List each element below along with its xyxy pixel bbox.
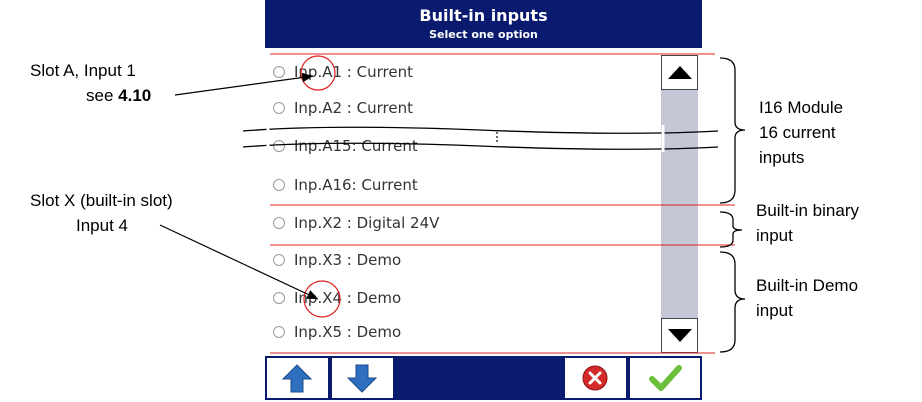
scroll-up-button[interactable] [661,55,698,90]
callout-demo-line1: Built-in Demo [756,276,859,295]
list-item-label: Inp.A2 : Current [294,99,413,117]
dialog-title: Built-in inputs [419,6,548,25]
radio-button[interactable] [273,217,285,229]
callout-slot-a-see: see [86,86,119,105]
list-item[interactable]: Inp.A15: Current [267,129,662,163]
move-down-button[interactable] [332,358,393,398]
radio-button[interactable] [273,326,285,338]
ok-button[interactable] [630,358,700,398]
callout-i16-line3: inputs [759,148,805,167]
list-item-label: Inp.X4 : Demo [294,289,402,307]
brace-binary [719,211,743,248]
list-item-label: Inp.X3 : Demo [294,251,402,269]
list-item[interactable]: Inp.X3 : Demo [267,243,662,277]
list-item-label: Inp.X2 : Digital 24V [294,214,440,232]
list-item-label: Inp.A16: Current [294,176,418,194]
triangle-up-icon [668,66,692,79]
radio-button[interactable] [273,254,285,266]
radio-button[interactable] [273,179,285,191]
callout-binary-line1: Built-in binary [756,201,859,220]
scroll-down-button[interactable] [661,318,698,353]
list-item[interactable]: Inp.A16: Current [267,168,662,202]
scrollbar[interactable] [661,55,698,353]
callout-binary-line2: input [756,226,793,245]
cancel-x-icon [582,365,608,391]
radio-button[interactable] [273,66,285,78]
list-item[interactable]: Inp.A2 : Current [267,91,662,125]
checkmark-icon [649,365,682,391]
dialog-header: Built-in inputs Select one option [265,0,702,48]
callout-slot-x-line1: Slot X (built-in slot) [30,191,173,210]
move-up-button[interactable] [267,358,328,398]
triangle-down-icon [668,329,692,342]
radio-button[interactable] [273,102,285,114]
callout-slot-a-ref: 4.10 [118,86,152,105]
list-item-label: Inp.A1 : Current [294,63,413,81]
callout-slot-x-line2: Input 4 [76,216,128,235]
dialog-window: Built-in inputs Select one option Inp.A1… [265,0,702,400]
brace-i16 [719,57,746,204]
list-item[interactable]: Inp.X5 : Demo [267,315,662,349]
options-list: Inp.A1 : Current Inp.A2 : Current Inp.A1… [267,50,662,356]
callout-demo-line2: input [756,301,793,320]
list-item-label: Inp.A15: Current [294,137,418,155]
brace-demo [719,251,746,353]
arrow-down-icon [346,364,378,393]
dialog-subtitle: Select one option [429,28,538,41]
list-item[interactable]: Inp.X2 : Digital 24V [267,206,662,240]
cancel-button[interactable] [565,358,626,398]
callout-slot-a-line2: see 4.10 [86,85,151,106]
callout-slot-a-line1: Slot A, Input 1 [30,61,136,80]
list-item[interactable]: Inp.A1 : Current [267,55,662,89]
list-item[interactable]: Inp.X4 : Demo [267,281,662,315]
callout-i16-line2: 16 current [759,123,836,142]
footer-toolbar [265,356,702,400]
radio-button[interactable] [273,292,285,304]
arrow-up-icon [281,364,313,393]
callout-i16-line1: I16 Module [759,98,844,117]
list-item-label: Inp.X5 : Demo [294,323,402,341]
radio-button[interactable] [273,140,285,152]
